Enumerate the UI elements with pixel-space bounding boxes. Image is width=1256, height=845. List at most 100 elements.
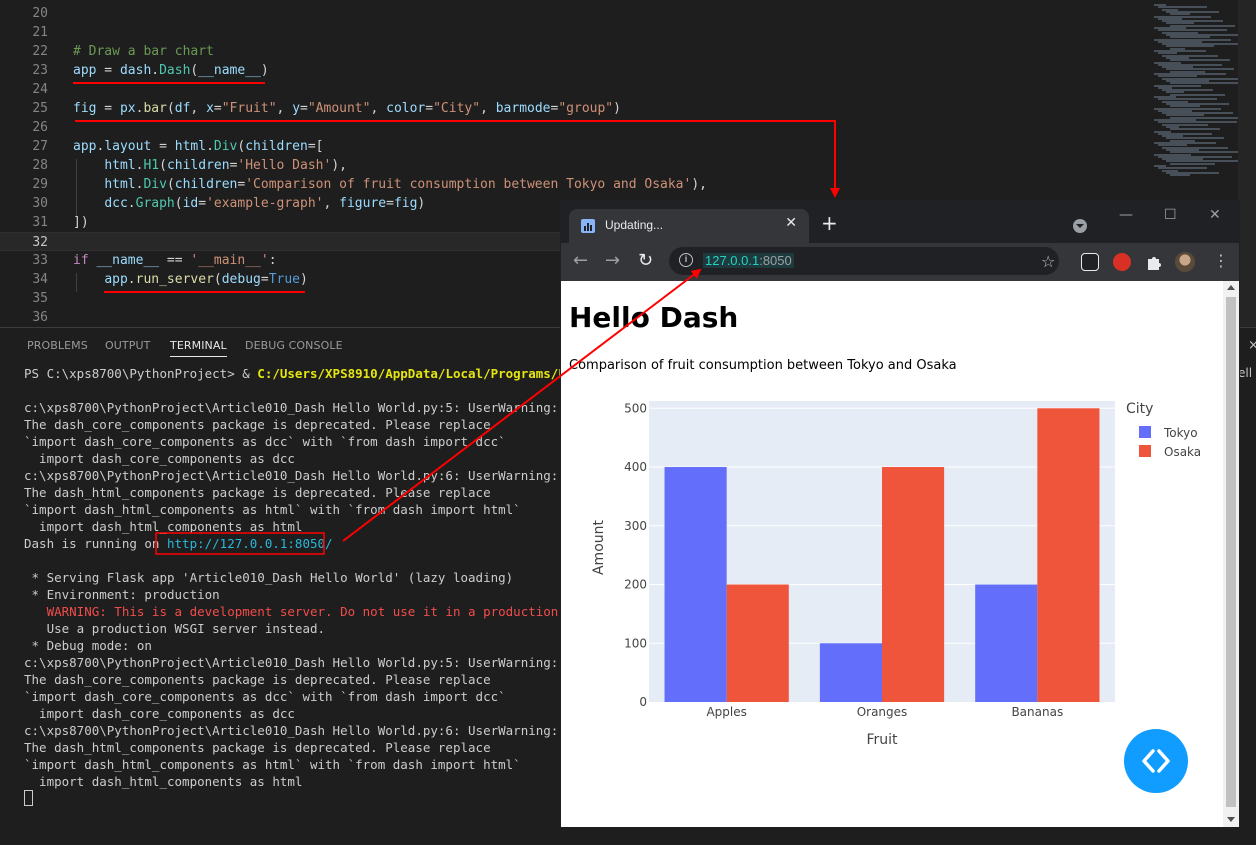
terminal-line: import dash_core_components as dcc bbox=[24, 451, 295, 466]
x-tick-label: Apples bbox=[706, 705, 746, 719]
legend-item[interactable]: Osaka bbox=[1164, 445, 1201, 459]
editor-scrollbar[interactable] bbox=[1238, 0, 1256, 327]
code-line[interactable]: 23 app = dash.Dash(__name__) bbox=[0, 61, 1150, 80]
maximize-icon[interactable]: ☐ bbox=[1164, 207, 1177, 223]
code-line[interactable]: 27 app.layout = html.Div(children=[ bbox=[0, 137, 1150, 156]
line-number: 24 bbox=[32, 82, 48, 97]
code-text: app.layout = html.Div(children=[ bbox=[73, 137, 324, 156]
terminal-line: `import dash_core_components as dcc` wit… bbox=[24, 689, 506, 704]
code-text: app = dash.Dash(__name__) bbox=[73, 61, 269, 80]
code-token: children bbox=[245, 139, 308, 154]
code-line[interactable]: 25 fig = px.bar(df, x="Fruit", y="Amount"… bbox=[0, 99, 1150, 118]
code-token: color bbox=[386, 101, 426, 116]
line-number: 35 bbox=[32, 291, 48, 306]
url-host: 127.0.0.1 bbox=[705, 253, 760, 268]
terminal-line: import dash_html_components as html bbox=[24, 519, 303, 534]
code-token: "Amount" bbox=[307, 101, 371, 116]
code-token: __name__ bbox=[198, 63, 261, 78]
code-token: df bbox=[174, 101, 191, 116]
bar-tokyo-bananas[interactable] bbox=[975, 584, 1038, 702]
url-port: :8050 bbox=[759, 253, 792, 268]
code-token: 'Comparison of fruit consumption between… bbox=[245, 177, 692, 192]
code-line[interactable]: 28 html.H1(children='Hello Dash'), bbox=[0, 156, 1150, 175]
browser-window: Updating... ✕ + — ☐ ✕ ← → ↻ i 127.0.0.1:… bbox=[560, 200, 1240, 827]
forward-icon[interactable]: → bbox=[605, 251, 620, 271]
code-line[interactable]: 21 bbox=[0, 23, 1150, 42]
code-token: layout bbox=[104, 139, 152, 154]
code-text: if __name__ == '__main__': bbox=[73, 251, 277, 270]
code-line[interactable]: 20 bbox=[0, 4, 1150, 23]
browser-titlebar[interactable]: Updating... ✕ + — ☐ ✕ bbox=[561, 201, 1239, 243]
bar-tokyo-apples[interactable] bbox=[664, 467, 727, 702]
code-token: = bbox=[300, 101, 308, 116]
code-token: Dash bbox=[159, 63, 191, 78]
terminal-line: c:\xps8700\PythonProject\Article010_Dash… bbox=[24, 400, 559, 415]
code-token: = bbox=[386, 196, 394, 211]
tab-output[interactable]: OUTPUT bbox=[105, 339, 150, 352]
page-scrollbar[interactable] bbox=[1223, 281, 1239, 827]
tab-problems[interactable]: PROBLEMS bbox=[27, 339, 88, 352]
code-token: px bbox=[119, 101, 136, 116]
terminal-line: The dash_core_components package is depr… bbox=[24, 417, 491, 432]
bar-osaka-oranges[interactable] bbox=[882, 467, 945, 702]
tab-close-icon[interactable]: ✕ bbox=[785, 215, 797, 231]
back-icon[interactable]: ← bbox=[573, 251, 588, 271]
extensions-puzzle-icon[interactable] bbox=[1145, 253, 1163, 271]
terminal-shell-label[interactable]: ell bbox=[1238, 366, 1252, 380]
terminal-line: The dash_html_components package is depr… bbox=[24, 485, 491, 500]
terminal-line: Use a production WSGI server instead. bbox=[24, 621, 326, 636]
code-line[interactable]: 24 bbox=[0, 80, 1150, 99]
terminal-line: import dash_core_components as dcc bbox=[24, 706, 295, 721]
code-token: ) bbox=[613, 101, 621, 116]
profile-avatar[interactable] bbox=[1175, 252, 1195, 272]
extension-adblock-icon[interactable] bbox=[1113, 253, 1131, 271]
terminal-cursor bbox=[24, 790, 33, 806]
address-bar[interactable]: i 127.0.0.1:8050 bbox=[669, 247, 1059, 275]
bar-osaka-bananas[interactable] bbox=[1037, 408, 1100, 702]
code-token: = bbox=[96, 101, 120, 116]
terminal-line: * Environment: production bbox=[24, 587, 220, 602]
scroll-down-icon[interactable] bbox=[1227, 817, 1235, 822]
bookmark-star-icon[interactable]: ☆ bbox=[1041, 252, 1055, 271]
code-line[interactable]: 29 html.Div(children='Comparison of frui… bbox=[0, 175, 1150, 194]
terminal-line: * Debug mode: on bbox=[24, 638, 152, 653]
legend-swatch[interactable] bbox=[1139, 426, 1151, 438]
legend-item[interactable]: Tokyo bbox=[1163, 426, 1198, 440]
indent-guide bbox=[76, 159, 77, 216]
x-tick-label: Oranges bbox=[857, 705, 908, 719]
browser-tab[interactable]: Updating... ✕ bbox=[569, 209, 809, 243]
tab-terminal[interactable]: TERMINAL bbox=[170, 339, 227, 357]
site-info-icon[interactable]: i bbox=[679, 253, 693, 267]
line-number: 26 bbox=[32, 120, 48, 135]
extension-glasses-icon[interactable] bbox=[1081, 253, 1099, 271]
terminal-line: `import dash_html_components as html` wi… bbox=[24, 502, 521, 517]
tab-debug-console[interactable]: DEBUG CONSOLE bbox=[245, 339, 343, 352]
close-icon[interactable]: × bbox=[1248, 338, 1256, 353]
terminal-line: c:\xps8700\PythonProject\Article010_Dash… bbox=[24, 655, 559, 670]
url-text[interactable]: 127.0.0.1:8050 bbox=[703, 253, 794, 268]
browser-menu-icon[interactable]: ⋮ bbox=[1213, 251, 1229, 270]
code-token: . bbox=[151, 63, 160, 78]
line-number: 22 bbox=[32, 44, 48, 59]
new-tab-icon[interactable]: + bbox=[821, 213, 838, 233]
code-line[interactable]: 22 # Draw a bar chart bbox=[0, 42, 1150, 61]
y-tick-label: 300 bbox=[624, 519, 647, 533]
line-number: 34 bbox=[32, 272, 48, 287]
dash-debug-menu-button[interactable] bbox=[1124, 729, 1188, 793]
minimize-icon[interactable]: — bbox=[1119, 207, 1133, 223]
terminal-prompt-line: PS C:\xps8700\PythonProject> & C:/Users/… bbox=[24, 365, 596, 382]
reload-icon[interactable]: ↻ bbox=[638, 251, 653, 271]
code-token: ) bbox=[417, 196, 426, 211]
tab-search-icon[interactable] bbox=[1073, 219, 1087, 233]
code-token: # Draw a bar chart bbox=[73, 44, 214, 59]
code-text: fig = px.bar(df, x="Fruit", y="Amount", … bbox=[73, 99, 621, 118]
page-scrollbar-thumb[interactable] bbox=[1226, 297, 1236, 807]
bar-osaka-apples[interactable] bbox=[726, 584, 789, 702]
scroll-up-icon[interactable] bbox=[1227, 285, 1235, 290]
terminal-running-url[interactable]: http://127.0.0.1:8050/ bbox=[167, 536, 333, 551]
bar-tokyo-oranges[interactable] bbox=[819, 643, 882, 702]
code-token: True bbox=[268, 272, 301, 287]
window-close-icon[interactable]: ✕ bbox=[1209, 207, 1221, 223]
code-line[interactable]: 26 bbox=[0, 118, 1150, 137]
legend-swatch[interactable] bbox=[1139, 445, 1151, 457]
